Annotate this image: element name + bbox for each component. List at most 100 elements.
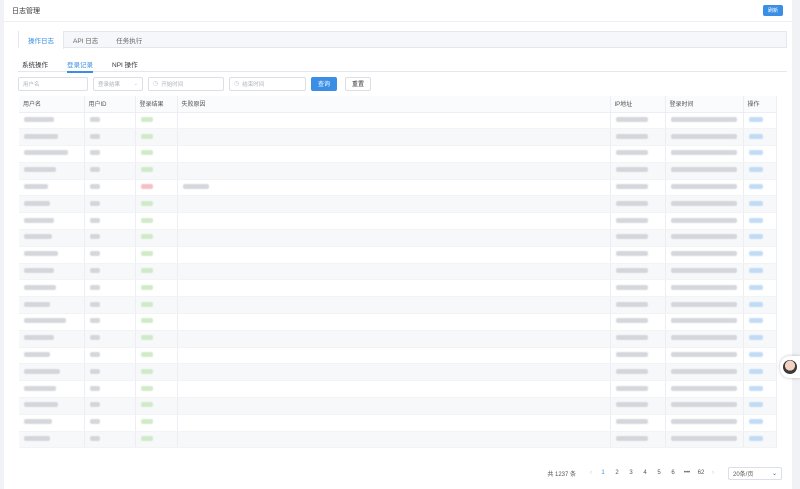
tab-task-execution[interactable]: 任务执行	[107, 32, 151, 47]
table-cell[interactable]	[743, 263, 777, 281]
detail-link[interactable]	[748, 385, 763, 391]
detail-link[interactable]	[748, 116, 763, 122]
tab-npi-operation[interactable]: NPI 操作	[108, 55, 138, 72]
page-number[interactable]: 5	[652, 470, 666, 476]
detail-link[interactable]	[748, 268, 763, 274]
next-page-icon[interactable]: ›	[708, 470, 718, 476]
sub-tabs: 系统操作 登录记录 NPI 操作	[18, 55, 787, 73]
redacted-user-id	[89, 116, 100, 122]
page-ellipsis[interactable]: •••	[680, 470, 694, 476]
login-result-badge	[140, 116, 153, 122]
tab-operation-log[interactable]: 操作日志	[19, 31, 64, 49]
table-cell[interactable]	[743, 313, 777, 331]
username-placeholder: 用户名	[23, 81, 40, 88]
table-cell[interactable]	[743, 380, 777, 399]
username-input[interactable]: 用户名	[18, 76, 88, 91]
redacted-ip-address	[615, 184, 648, 190]
detail-link[interactable]	[748, 133, 763, 139]
redacted-username	[24, 352, 50, 358]
page-number[interactable]: 3	[624, 470, 638, 476]
page-size-value: 20条/页	[733, 471, 754, 478]
table-cell[interactable]	[743, 179, 777, 197]
table-cell[interactable]	[743, 112, 777, 130]
page-number[interactable]: 2	[610, 470, 624, 476]
table-row	[19, 296, 777, 315]
table-cell[interactable]	[743, 145, 777, 163]
floating-assistant[interactable]	[780, 356, 800, 378]
redacted-username	[24, 301, 50, 307]
table-cell	[610, 229, 666, 247]
query-button[interactable]: 查询	[311, 76, 337, 91]
table-cell[interactable]	[743, 431, 777, 449]
refresh-button[interactable]: 刷新	[763, 5, 783, 16]
detail-link[interactable]	[748, 284, 763, 290]
detail-link[interactable]	[748, 402, 763, 408]
redacted-login-time	[670, 184, 737, 190]
table-cell[interactable]	[743, 128, 777, 147]
detail-link[interactable]	[748, 301, 763, 307]
detail-link[interactable]	[748, 234, 763, 240]
table-cell	[135, 263, 178, 281]
page-number[interactable]: 4	[638, 470, 652, 476]
table-cell[interactable]	[743, 195, 777, 214]
column-header[interactable]: 操作	[743, 96, 777, 113]
table-cell	[177, 162, 611, 180]
table-cell[interactable]	[743, 229, 777, 247]
reset-button[interactable]: 重置	[345, 76, 371, 91]
redacted-username	[24, 402, 58, 408]
table-cell[interactable]	[743, 397, 777, 415]
detail-link[interactable]	[748, 184, 763, 190]
redacted-username	[24, 368, 60, 374]
login-result-badge	[140, 251, 153, 257]
column-header[interactable]: 失败原因	[177, 96, 611, 113]
page-number[interactable]: 62	[694, 470, 708, 476]
table-cell[interactable]	[743, 363, 777, 382]
table-cell	[84, 246, 136, 264]
tab-system-operation[interactable]: 系统操作	[18, 55, 48, 72]
detail-link[interactable]	[748, 352, 763, 358]
prev-page-icon[interactable]: ‹	[586, 470, 596, 476]
detail-link[interactable]	[748, 419, 763, 425]
table-cell[interactable]	[743, 162, 777, 180]
table-cell[interactable]	[743, 296, 777, 315]
table-cell[interactable]	[743, 414, 777, 432]
detail-link[interactable]	[748, 335, 763, 341]
table-row	[19, 330, 777, 348]
end-time-picker[interactable]: ◷ 结束时间	[229, 76, 306, 91]
table-cell	[84, 330, 136, 348]
detail-link[interactable]	[748, 251, 763, 257]
login-result-select[interactable]: 登录结果 ⌄	[93, 76, 143, 91]
column-header[interactable]: 用户ID	[84, 96, 136, 113]
table-cell	[177, 128, 611, 147]
column-header[interactable]: 用户名	[19, 96, 85, 113]
tab-login-records[interactable]: 登录记录	[63, 55, 93, 73]
column-header[interactable]: 登录时间	[665, 96, 744, 113]
page-size-select[interactable]: 20条/页 ⌄	[728, 466, 782, 480]
table-cell	[665, 162, 744, 180]
tab-api-log[interactable]: API 日志	[64, 32, 107, 47]
table-cell[interactable]	[743, 347, 777, 365]
table-cell[interactable]	[743, 246, 777, 264]
table-cell	[84, 279, 136, 298]
detail-link[interactable]	[748, 436, 763, 442]
detail-link[interactable]	[748, 318, 763, 324]
table-cell	[135, 397, 178, 415]
table-cell	[177, 347, 611, 365]
detail-link[interactable]	[748, 167, 763, 173]
detail-link[interactable]	[748, 150, 763, 156]
detail-link[interactable]	[748, 217, 763, 223]
table-cell[interactable]	[743, 279, 777, 298]
start-time-picker[interactable]: ◷ 开始时间	[148, 76, 224, 91]
column-header[interactable]: IP地址	[610, 96, 666, 113]
page-number[interactable]: 1	[596, 470, 610, 476]
login-result-badge	[140, 167, 153, 173]
column-header[interactable]: 登录结果	[135, 96, 178, 113]
table-cell[interactable]	[743, 212, 777, 231]
detail-link[interactable]	[748, 200, 763, 206]
redacted-login-time	[670, 368, 737, 374]
table-cell[interactable]	[743, 330, 777, 348]
table-cell	[610, 195, 666, 214]
table-cell	[665, 229, 744, 247]
page-number[interactable]: 6	[666, 470, 680, 476]
detail-link[interactable]	[748, 368, 763, 374]
